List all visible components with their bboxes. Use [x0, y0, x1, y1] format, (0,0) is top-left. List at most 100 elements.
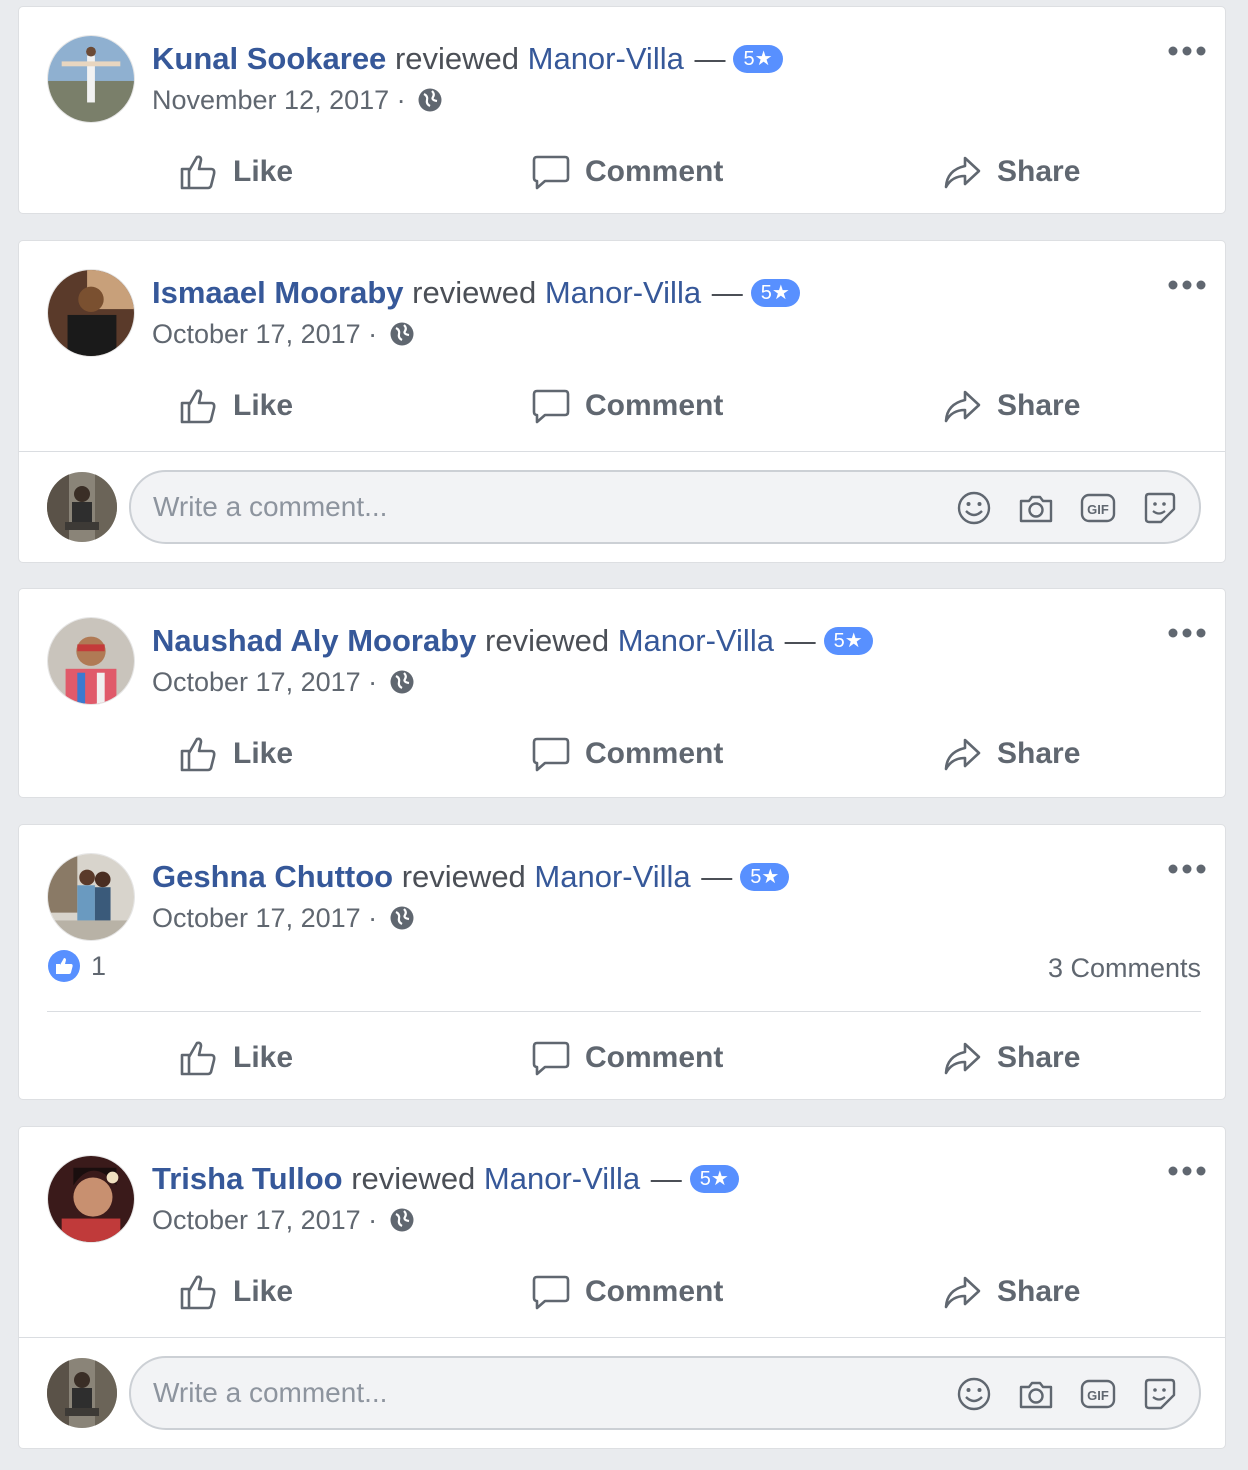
share-label: Share [997, 737, 1081, 770]
reviewed-text: reviewed [485, 623, 610, 658]
camera-icon[interactable] [1017, 1375, 1055, 1413]
globe-icon[interactable] [389, 669, 415, 695]
camera-icon[interactable] [1017, 489, 1055, 527]
more-options-icon[interactable] [1167, 859, 1207, 879]
review-date-link[interactable]: October 17, 2017 [152, 667, 361, 697]
more-options-icon[interactable] [1167, 623, 1207, 643]
more-options-icon[interactable] [1167, 275, 1207, 295]
share-button[interactable]: Share [943, 137, 1080, 207]
comment-button[interactable]: Comment [531, 371, 723, 441]
share-arrow-icon [944, 1276, 981, 1309]
page-name-link[interactable]: Manor-Villa [618, 623, 774, 658]
comment-button[interactable]: Comment [531, 719, 723, 789]
author-name-link[interactable]: Geshna Chuttoo [152, 859, 393, 894]
comment-count-link[interactable]: 3 Comments [1048, 953, 1201, 984]
globe-icon[interactable] [389, 321, 415, 347]
rating-badge[interactable]: 5★ [733, 45, 783, 73]
emoji-icon[interactable] [955, 1375, 993, 1413]
sticker-icon[interactable] [1141, 489, 1179, 527]
action-bar: Like Comment Share [19, 137, 1227, 207]
like-button[interactable]: Like [179, 719, 293, 789]
review-date-link[interactable]: November 12, 2017 [152, 85, 389, 115]
comment-input-wrapper: GIF [129, 470, 1201, 544]
like-button[interactable]: Like [179, 371, 293, 441]
author-avatar[interactable] [47, 853, 135, 941]
speech-bubble-icon [532, 1275, 570, 1310]
globe-icon[interactable] [389, 905, 415, 931]
comment-composer: GIF [19, 452, 1225, 564]
page-name-link[interactable]: Manor-Villa [484, 1161, 640, 1196]
current-user-avatar[interactable] [47, 1358, 117, 1428]
speech-bubble-icon [532, 1041, 570, 1076]
rating-badge[interactable]: 5★ [740, 863, 790, 891]
svg-text:GIF: GIF [1087, 502, 1109, 517]
rating-badge[interactable]: 5★ [750, 279, 800, 307]
like-label: Like [233, 1041, 294, 1074]
svg-text:GIF: GIF [1087, 1388, 1109, 1403]
reviewed-text: reviewed [401, 859, 526, 894]
share-button[interactable]: Share [943, 1023, 1080, 1093]
more-options-icon[interactable] [1167, 41, 1207, 61]
speech-bubble-icon [532, 389, 570, 424]
current-user-avatar[interactable] [47, 472, 117, 542]
action-bar: Like Comment Share [19, 719, 1227, 789]
comment-input[interactable] [153, 1372, 933, 1414]
review-date-link[interactable]: October 17, 2017 [152, 319, 361, 349]
review-card: Geshna Chuttoo reviewed Manor-Villa —5★ … [18, 824, 1226, 1100]
author-name-link[interactable]: Kunal Sookaree [152, 41, 386, 76]
author-name-link[interactable]: Ismaael Mooraby [152, 275, 404, 310]
share-label: Share [997, 1041, 1081, 1074]
like-button[interactable]: Like [179, 1023, 293, 1093]
gif-icon[interactable]: GIF [1079, 1375, 1117, 1413]
thumbs-up-icon [180, 1275, 216, 1310]
comment-button[interactable]: Comment [531, 1257, 723, 1327]
like-button[interactable]: Like [179, 1257, 293, 1327]
comment-label: Comment [585, 1275, 724, 1308]
thumbs-up-icon [180, 1041, 216, 1076]
reaction-summary[interactable]: 1 [47, 949, 106, 983]
globe-icon[interactable] [389, 1207, 415, 1233]
review-date-link[interactable]: October 17, 2017 [152, 903, 361, 933]
review-date-link[interactable]: October 17, 2017 [152, 1205, 361, 1235]
page-name-link[interactable]: Manor-Villa [528, 41, 684, 76]
comment-button[interactable]: Comment [531, 1023, 723, 1093]
share-button[interactable]: Share [943, 371, 1080, 441]
share-arrow-icon [944, 390, 981, 423]
author-avatar[interactable] [47, 617, 135, 705]
comment-button[interactable]: Comment [531, 137, 723, 207]
more-options-icon[interactable] [1167, 1161, 1207, 1181]
thumbs-up-icon [180, 389, 216, 424]
globe-icon[interactable] [417, 87, 443, 113]
gif-icon[interactable]: GIF [1079, 489, 1117, 527]
emoji-icon[interactable] [955, 489, 993, 527]
share-arrow-icon [944, 156, 981, 189]
review-headline: Trisha Tulloo reviewed Manor-Villa —5★ [152, 1159, 739, 1199]
like-label: Like [233, 155, 294, 188]
meta-separator: · [368, 903, 378, 933]
comment-input[interactable] [153, 486, 933, 528]
author-avatar[interactable] [47, 35, 135, 123]
rating-badge[interactable]: 5★ [823, 627, 873, 655]
like-button[interactable]: Like [179, 137, 293, 207]
share-label: Share [997, 389, 1081, 422]
author-avatar[interactable] [47, 1155, 135, 1243]
review-card: Kunal Sookaree reviewed Manor-Villa —5★ … [18, 6, 1226, 214]
rating-badge[interactable]: 5★ [689, 1165, 739, 1193]
sticker-icon[interactable] [1141, 1375, 1179, 1413]
comment-input-wrapper: GIF [129, 1356, 1201, 1430]
share-button[interactable]: Share [943, 1257, 1080, 1327]
page-name-link[interactable]: Manor-Villa [534, 859, 690, 894]
page-name-link[interactable]: Manor-Villa [545, 275, 701, 310]
share-arrow-icon [944, 738, 981, 771]
engagement-stats: 1 3 Comments [47, 949, 1201, 989]
dash-separator: — [694, 41, 726, 76]
divider [47, 1011, 1201, 1012]
reviewed-text: reviewed [351, 1161, 476, 1196]
author-name-link[interactable]: Trisha Tulloo [152, 1161, 343, 1196]
speech-bubble-icon [532, 155, 570, 190]
author-avatar[interactable] [47, 269, 135, 357]
review-card: Naushad Aly Mooraby reviewed Manor-Villa… [18, 588, 1226, 798]
author-name-link[interactable]: Naushad Aly Mooraby [152, 623, 476, 658]
share-button[interactable]: Share [943, 719, 1080, 789]
reviewed-text: reviewed [394, 41, 519, 76]
